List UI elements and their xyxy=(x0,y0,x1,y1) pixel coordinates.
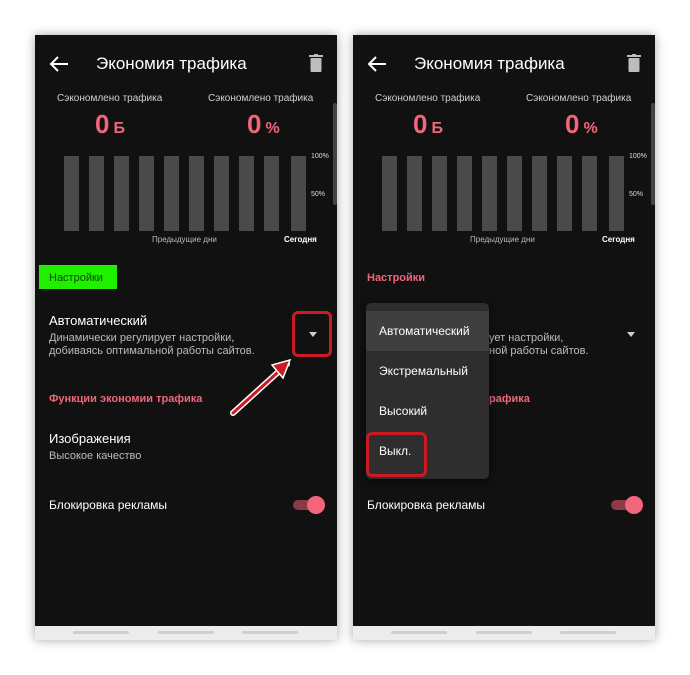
bar xyxy=(89,156,104,231)
bar xyxy=(239,156,254,231)
axis-label-100: 100% xyxy=(629,153,647,160)
bar xyxy=(557,156,572,231)
saved-traffic-percent: 0% xyxy=(565,109,598,140)
nav-pill[interactable] xyxy=(73,631,129,634)
app-bar: Экономия трафика xyxy=(353,35,655,93)
saved-bytes-value: 0 xyxy=(413,109,428,139)
bar xyxy=(382,156,397,231)
ad-block-toggle[interactable] xyxy=(611,496,643,514)
system-nav-bar xyxy=(35,626,337,640)
saved-bytes-unit: Б xyxy=(113,120,125,137)
back-arrow-icon[interactable] xyxy=(367,55,387,73)
bar xyxy=(164,156,179,231)
bar xyxy=(214,156,229,231)
page-title: Экономия трафика xyxy=(414,54,565,73)
today-label: Сегодня xyxy=(284,235,317,244)
caret-down-icon[interactable] xyxy=(627,332,635,337)
mode-desc-line1: ует настройки, xyxy=(489,332,564,344)
saved-percent-unit: % xyxy=(583,120,598,137)
saved-traffic-percent: 0% xyxy=(247,109,280,140)
mode-desc-line2: добиваясь оптимальной работы сайтов. xyxy=(49,345,255,357)
images-value: Высокое качество xyxy=(49,450,142,462)
saved-percent-unit: % xyxy=(265,120,280,137)
toggle-thumb xyxy=(307,496,325,514)
phone-screen-right: Экономия трафика Сэкономлено трафика 0Б … xyxy=(353,35,655,640)
images-title[interactable]: Изображения xyxy=(49,431,131,446)
mode-title[interactable]: Автоматический xyxy=(49,313,147,328)
bar xyxy=(64,156,79,231)
saved-bytes-unit: Б xyxy=(431,120,443,137)
ad-block-label: Блокировка рекламы xyxy=(49,498,168,512)
bar xyxy=(507,156,522,231)
nav-pill[interactable] xyxy=(158,631,214,634)
scrollbar[interactable] xyxy=(651,103,655,205)
saved-traffic-label: Сэкономлено трафика xyxy=(57,93,163,104)
mode-desc-line2: ной работы сайтов. xyxy=(489,345,589,357)
axis-label-50: 50% xyxy=(311,191,326,198)
previous-days-label: Предыдущие дни xyxy=(470,235,535,244)
ad-block-label: Блокировка рекламы xyxy=(367,498,486,512)
bar xyxy=(291,156,306,231)
bar xyxy=(407,156,422,231)
annotation-highlight-box xyxy=(366,432,427,477)
functions-header: рафика xyxy=(489,393,530,405)
saved-traffic-percent-label: Сэкономлено трафика xyxy=(526,93,632,104)
bar xyxy=(432,156,447,231)
functions-header: Функции экономии трафика xyxy=(49,393,203,405)
axis-label-100: 100% xyxy=(311,153,329,160)
trash-icon[interactable] xyxy=(309,54,323,72)
page-title: Экономия трафика xyxy=(96,54,247,73)
bar xyxy=(582,156,597,231)
bar xyxy=(482,156,497,231)
settings-header: Настройки xyxy=(49,272,103,284)
usage-bar-chart xyxy=(382,156,624,231)
system-nav-bar xyxy=(353,626,655,640)
saved-traffic-percent-label: Сэкономлено трафика xyxy=(208,93,314,104)
bar xyxy=(457,156,472,231)
mode-desc-line1: Динамически регулирует настройки, xyxy=(49,332,235,344)
today-label: Сегодня xyxy=(602,235,635,244)
dropdown-option-automatic[interactable]: Автоматический xyxy=(366,311,489,351)
nav-pill[interactable] xyxy=(560,631,616,634)
nav-pill[interactable] xyxy=(242,631,298,634)
saved-percent-value: 0 xyxy=(565,109,580,139)
saved-bytes-value: 0 xyxy=(95,109,110,139)
app-bar: Экономия трафика xyxy=(35,35,337,93)
settings-header: Настройки xyxy=(367,272,426,284)
dropdown-option-extreme[interactable]: Экстремальный xyxy=(366,351,489,391)
phone-screen-left: Экономия трафика Сэкономлено трафика 0Б … xyxy=(35,35,337,640)
saved-percent-value: 0 xyxy=(247,109,262,139)
bar xyxy=(189,156,204,231)
bar xyxy=(264,156,279,231)
bar xyxy=(139,156,154,231)
annotation-highlight-box xyxy=(292,311,332,357)
ad-block-toggle[interactable] xyxy=(293,496,325,514)
bar xyxy=(114,156,129,231)
toggle-thumb xyxy=(625,496,643,514)
bar xyxy=(609,156,624,231)
scrollbar[interactable] xyxy=(333,103,337,205)
saved-traffic-bytes: 0Б xyxy=(413,109,443,140)
dropdown-option-high[interactable]: Высокий xyxy=(366,391,489,431)
nav-pill[interactable] xyxy=(391,631,447,634)
axis-label-50: 50% xyxy=(629,191,644,198)
nav-pill[interactable] xyxy=(476,631,532,634)
back-arrow-icon[interactable] xyxy=(49,55,69,73)
previous-days-label: Предыдущие дни xyxy=(152,235,217,244)
trash-icon[interactable] xyxy=(627,54,641,72)
bar xyxy=(532,156,547,231)
saved-traffic-label: Сэкономлено трафика xyxy=(375,93,481,104)
usage-bar-chart xyxy=(64,156,306,231)
saved-traffic-bytes: 0Б xyxy=(95,109,125,140)
